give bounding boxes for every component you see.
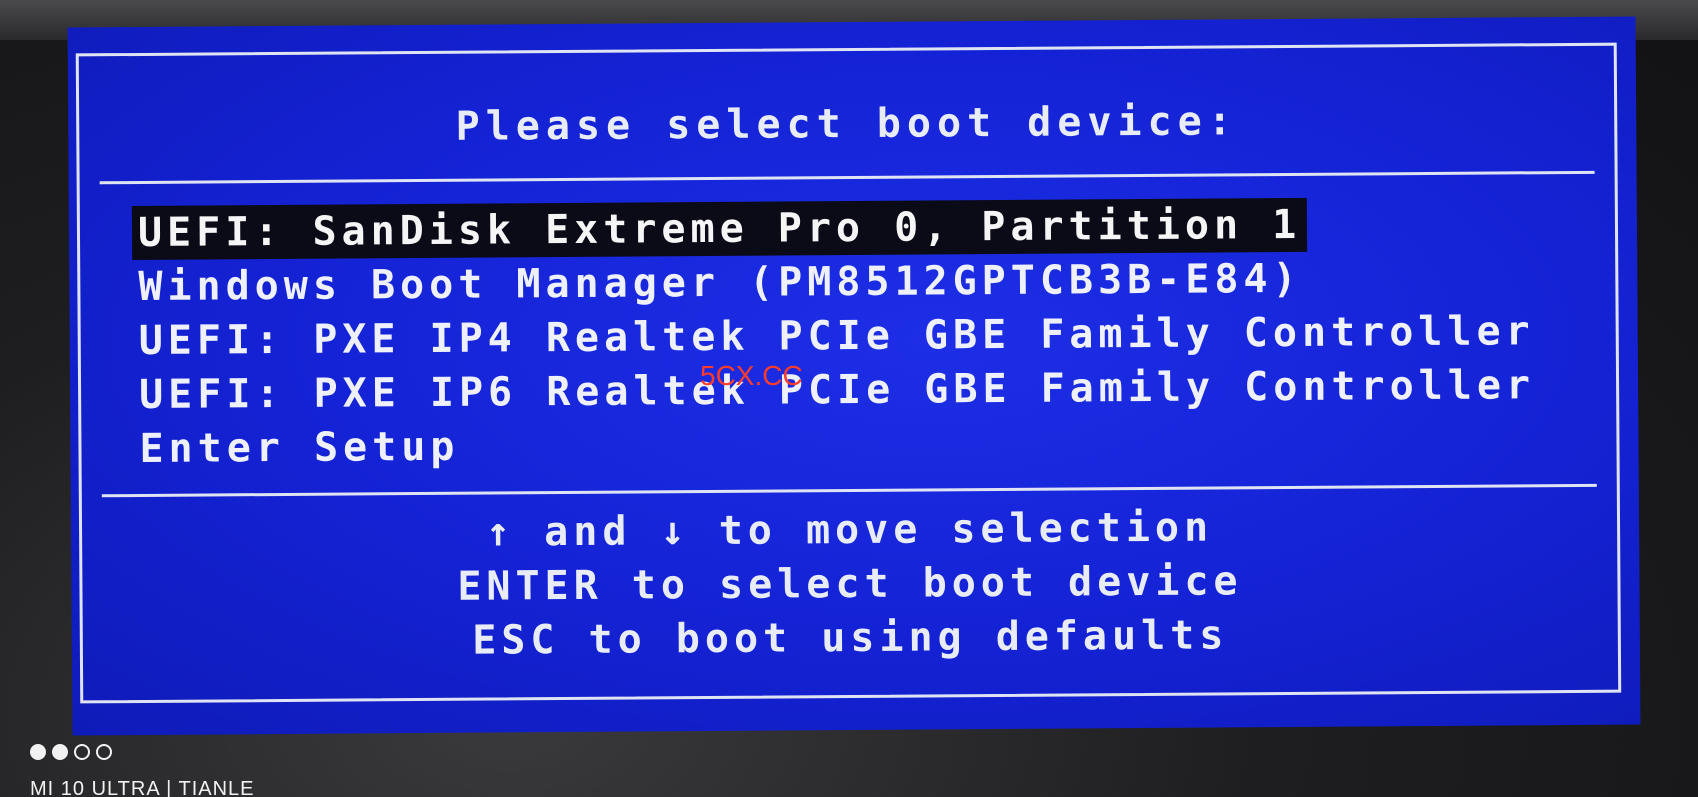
watermark-text: 5CX.CC bbox=[700, 360, 803, 391]
dot-icon bbox=[30, 744, 46, 760]
dot-icon bbox=[74, 744, 90, 760]
dot-icon bbox=[96, 744, 112, 760]
help-move-selection: to move selection bbox=[718, 504, 1214, 554]
up-arrow-icon: ↑ bbox=[485, 509, 516, 556]
boot-device-sandisk[interactable]: UEFI: SanDisk Extreme Pro 0, Partition 1 bbox=[131, 197, 1308, 261]
camera-watermark-dots bbox=[30, 744, 112, 760]
camera-label: MI 10 ULTRA | TIANLE bbox=[30, 778, 255, 797]
boot-device-enter-setup[interactable]: Enter Setup bbox=[133, 420, 465, 476]
bios-screen: Please select boot device: UEFI: SanDisk… bbox=[67, 16, 1641, 736]
boot-device-pxe-ip6[interactable]: UEFI: PXE IP6 Realtek PCIe GBE Family Co… bbox=[133, 358, 1541, 422]
boot-menu-title: Please select boot device: bbox=[455, 98, 1238, 150]
divider-bottom bbox=[101, 483, 1597, 498]
boot-device-list: UEFI: SanDisk Extreme Pro 0, Partition 1… bbox=[131, 196, 1542, 476]
divider-top bbox=[99, 170, 1595, 185]
help-line-esc: ESC to boot using defaults bbox=[472, 612, 1229, 664]
down-arrow-icon: ↓ bbox=[660, 508, 690, 555]
dot-icon bbox=[52, 744, 68, 760]
help-text: ↑ and ↓ to move selection ENTER to selec… bbox=[82, 498, 1618, 671]
boot-menu-frame: Please select boot device: UEFI: SanDisk… bbox=[75, 42, 1622, 704]
boot-device-pxe-ip4[interactable]: UEFI: PXE IP4 Realtek PCIe GBE Family Co… bbox=[133, 304, 1541, 368]
boot-device-windows-boot-manager[interactable]: Windows Boot Manager (PM8512GPTCB3B-E84) bbox=[132, 252, 1308, 314]
help-and: and bbox=[544, 508, 632, 556]
